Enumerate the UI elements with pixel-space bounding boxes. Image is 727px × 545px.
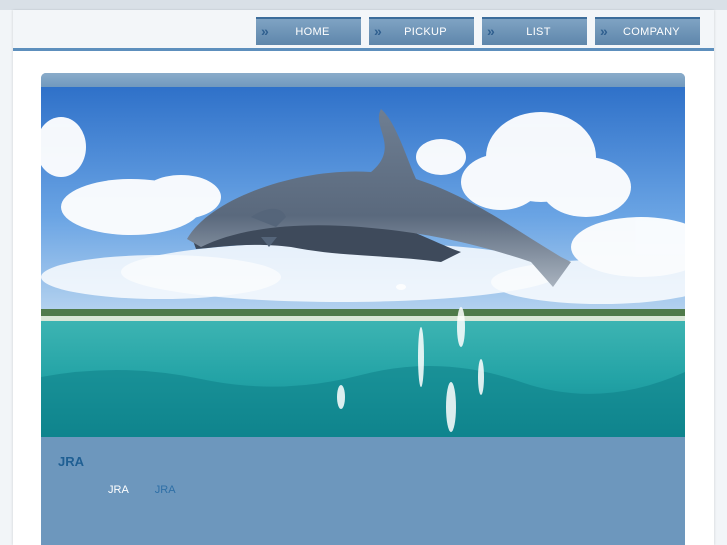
hero-image-dolphins [41,87,685,437]
nav-list-label: LIST [526,26,551,38]
double-chevron-right-icon: » [374,23,383,39]
double-chevron-right-icon: » [487,23,496,39]
top-strip [0,0,727,10]
content-panel: JRA JRA JRA [41,73,685,545]
content-panel-top-bar [41,73,685,87]
nav-pickup-label: PICKUP [404,26,447,38]
nav-home-button[interactable]: » HOME [256,17,361,45]
nav-pickup-button[interactable]: » PICKUP [369,17,474,45]
nav-list-button[interactable]: » LIST [482,17,587,45]
header: » HOME » PICKUP » LIST » COMPANY [13,10,714,51]
footer-links: JRA JRA [108,484,176,496]
nav-company-button[interactable]: » COMPANY [595,17,700,45]
link-jra-2[interactable]: JRA [155,484,176,496]
double-chevron-right-icon: » [600,23,609,39]
nav-home-label: HOME [295,26,330,38]
page-container: » HOME » PICKUP » LIST » COMPANY JRA JRA… [13,10,714,545]
site-title: JRA [58,454,85,469]
main-nav: » HOME » PICKUP » LIST » COMPANY [256,17,700,45]
link-jra-1[interactable]: JRA [108,484,129,496]
double-chevron-right-icon: » [261,23,270,39]
nav-company-label: COMPANY [623,26,680,38]
